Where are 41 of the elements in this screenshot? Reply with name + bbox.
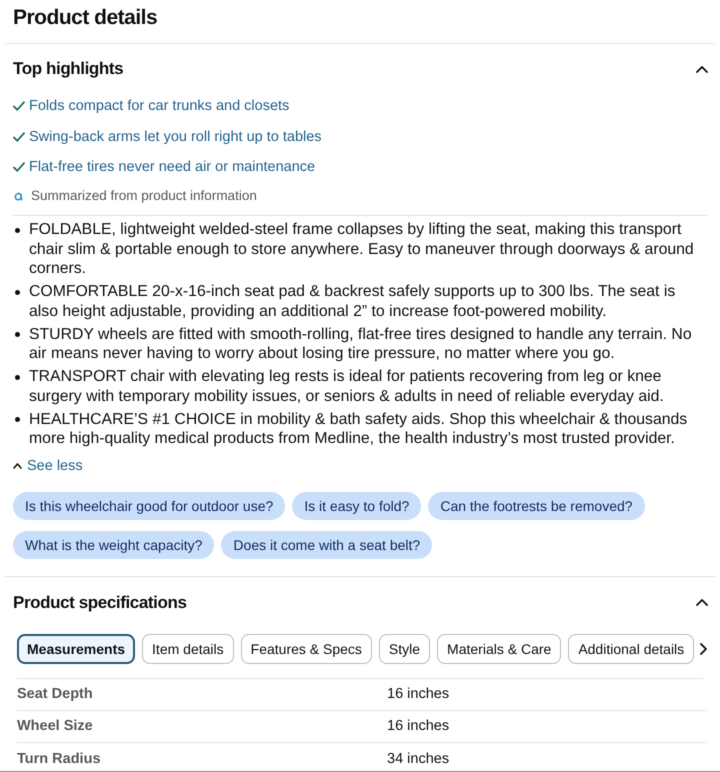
spec-label: Turn Radius: [17, 750, 102, 766]
section-title: Top highlights: [13, 58, 124, 80]
spec-tab[interactable]: Style: [378, 634, 430, 664]
page-title: Product details: [12, 5, 158, 31]
question-chip[interactable]: Does it come with a seat belt?: [221, 530, 432, 558]
chevron-right-icon: [700, 642, 706, 654]
highlight-text: Flat-free tires never need air or maintenance: [29, 158, 316, 177]
spec-label: Wheel Size: [17, 718, 94, 734]
question-chip[interactable]: Is it easy to fold?: [292, 492, 422, 520]
spec-tab[interactable]: Item details: [142, 634, 234, 664]
check-icon: [13, 132, 25, 142]
bullet-icon: [15, 332, 20, 337]
bullet-icon: [15, 290, 20, 294]
bullet-text: HEALTHCARE’S #1 CHOICE in mobility & bath safety aids. Shop this wheelchair & thousands more high-quality medical products from Medline, the health industry’s most trusted provider.: [29, 410, 688, 448]
see-less-link[interactable]: See less: [13, 456, 83, 476]
bullet-icon: [15, 417, 20, 422]
spec-value: 16 inches: [387, 686, 450, 702]
bullet-text: STURDY wheels are fitted with smooth-rolling, flat-free tires designed to handle any terrain. No air means never having to worry about losing tire pressure, no matter where you go.: [29, 324, 693, 364]
spec-tab[interactable]: Materials & Care: [437, 634, 562, 664]
spec-label: Seat Depth: [17, 686, 94, 702]
question-chip[interactable]: Can the footrests be removed?: [428, 492, 645, 520]
section-title: Product specifications: [13, 592, 187, 614]
spec-value: 34 inches: [387, 750, 450, 766]
bullet-text: TRANSPORT chair with elevating leg rests is ideal for patients recovering from leg or knee surgery with temporary mobility issues, or seniors & adults in need of reliable everyday aid.: [29, 367, 665, 406]
bullet-icon: [15, 374, 20, 380]
highlight-text: Folds compact for car trunks and closets: [29, 97, 290, 116]
bullet-icon: [15, 228, 20, 232]
check-icon: [13, 162, 25, 172]
check-icon: [13, 101, 25, 111]
spec-value: 16 inches: [387, 718, 450, 734]
question-chip[interactable]: Is this wheelchair good for outdoor use?: [13, 492, 286, 520]
highlight-text: Swing-back arms let you roll right up to tables: [29, 128, 322, 146]
bullet-text: COMFORTABLE 20-x-16-inch seat pad & backrest safely supports up to 300 lbs. The seat is also height adjustable, providing an additional 2” to increase foot-powered mobility.: [29, 282, 676, 321]
spec-tab[interactable]: Additional details: [568, 634, 694, 664]
spec-tab[interactable]: Features & Specs: [240, 634, 372, 664]
question-chip[interactable]: What is the weight capacity?: [13, 530, 214, 558]
swirl-icon: [14, 192, 23, 200]
bullet-text: FOLDABLE, lightweight welded-steel frame collapses by lifting the seat, making this transport chair slim & portable enough to store anywhere. Easy to maneuver through doorways & around corners.: [29, 220, 695, 278]
spec-tab[interactable]: Measurements: [17, 634, 136, 664]
summary-note: Summarized from product information: [31, 187, 257, 205]
caret-up-icon: [13, 462, 22, 468]
